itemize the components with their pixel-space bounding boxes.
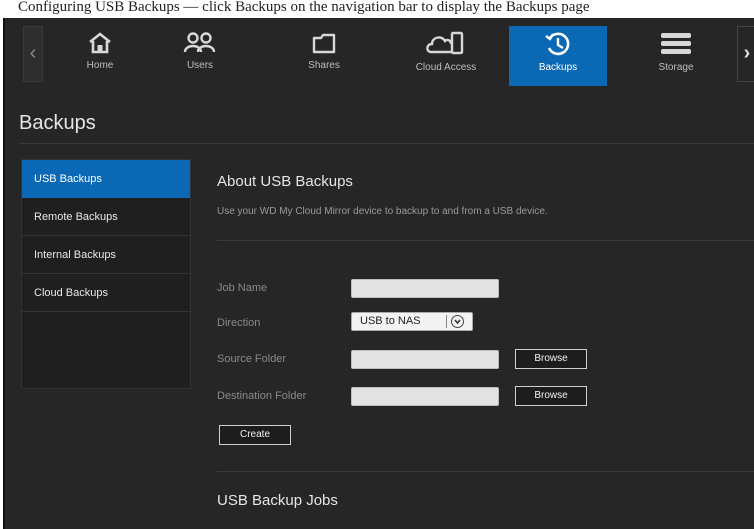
storage-icon xyxy=(661,33,691,54)
nav-item-users[interactable]: Users xyxy=(151,26,249,86)
nav-right-arrow[interactable]: › xyxy=(737,26,754,82)
nav-left-arrow[interactable]: ‹ xyxy=(23,26,43,82)
job-name-field[interactable] xyxy=(351,279,499,298)
nav-label-home: Home xyxy=(86,60,114,71)
nav-item-cloud-access[interactable]: Cloud Access xyxy=(397,26,495,86)
caption-strip: Configuring USB Backups — click Backups … xyxy=(0,0,754,18)
nav-item-backups[interactable]: Backups xyxy=(509,26,607,86)
destination-browse-button[interactable]: Browse xyxy=(515,386,587,406)
sidebar-item-internal-backups[interactable]: Internal Backups xyxy=(22,236,190,274)
source-folder-field[interactable] xyxy=(351,350,499,369)
home-icon xyxy=(89,32,111,54)
folder-icon xyxy=(312,33,336,54)
cloud-device-icon xyxy=(426,31,464,55)
destination-folder-field[interactable] xyxy=(351,387,499,406)
page-title: Backups xyxy=(19,112,96,134)
app-window: ‹ Home Users Shares Cloud Access Backups… xyxy=(3,18,754,529)
sidebar-item-remote-backups[interactable]: Remote Backups xyxy=(22,198,190,236)
about-description: Use your WD My Cloud Mirror device to ba… xyxy=(217,206,548,217)
backup-clock-icon xyxy=(545,32,570,56)
nav-label-users: Users xyxy=(186,60,214,71)
nav-item-storage[interactable]: Storage xyxy=(627,26,725,86)
source-browse-button[interactable]: Browse xyxy=(515,349,587,369)
users-icon xyxy=(183,32,216,53)
nav-label-backups: Backups xyxy=(538,62,578,73)
direction-value: USB to NAS xyxy=(360,315,421,327)
destination-folder-label: Destination Folder xyxy=(217,390,307,402)
direction-label: Direction xyxy=(217,317,261,329)
chevron-down-icon[interactable] xyxy=(451,315,464,328)
source-folder-label: Source Folder xyxy=(217,353,287,365)
sidebar: USB Backups Remote Backups Internal Back… xyxy=(21,159,191,389)
section-divider-bottom xyxy=(217,471,754,472)
nav-item-shares[interactable]: Shares xyxy=(275,26,373,86)
usb-backup-jobs-title: USB Backup Jobs xyxy=(217,492,338,509)
sidebar-item-cloud-backups[interactable]: Cloud Backups xyxy=(22,274,190,312)
direction-select[interactable]: USB to NAS xyxy=(351,312,473,331)
nav-label-storage: Storage xyxy=(658,62,694,73)
select-divider xyxy=(446,315,447,328)
nav-item-home[interactable]: Home xyxy=(51,26,149,86)
section-divider xyxy=(217,240,754,241)
title-divider xyxy=(19,143,754,144)
about-title: About USB Backups xyxy=(217,173,353,190)
job-name-label: Job Name xyxy=(217,282,268,294)
nav-label-cloud-access: Cloud Access xyxy=(415,62,477,73)
create-button[interactable]: Create xyxy=(219,425,291,445)
top-navigation: ‹ Home Users Shares Cloud Access Backups… xyxy=(5,18,754,94)
nav-label-shares: Shares xyxy=(308,60,340,71)
sidebar-item-usb-backups[interactable]: USB Backups xyxy=(22,160,190,198)
